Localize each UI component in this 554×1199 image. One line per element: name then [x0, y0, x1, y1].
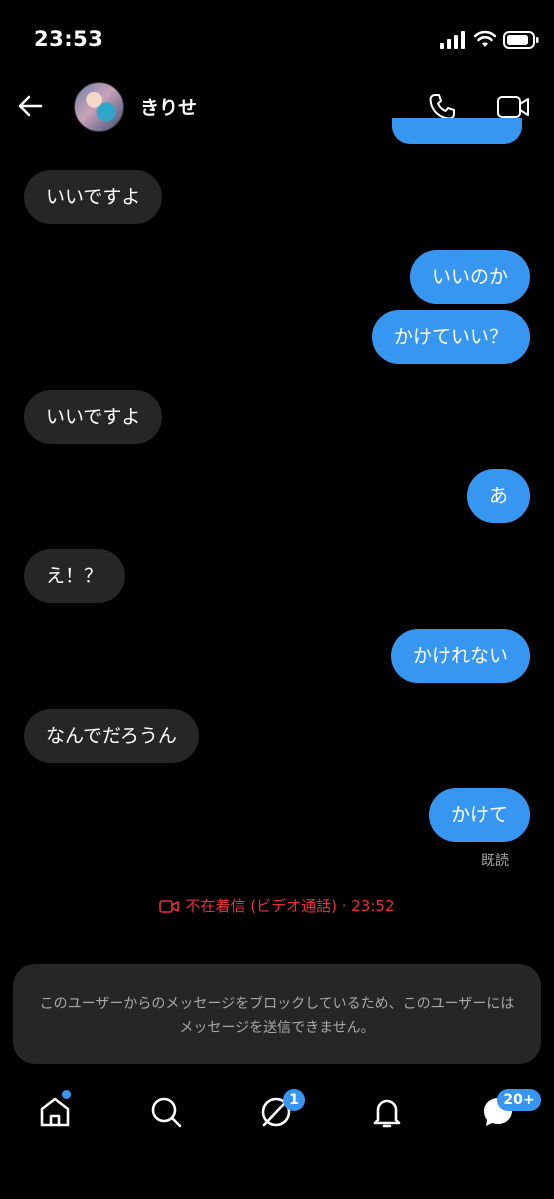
message-bubble-received[interactable]: いいですよ	[24, 390, 163, 444]
signal-icon	[440, 31, 465, 49]
home-icon[interactable]	[37, 1094, 73, 1130]
back-arrow-icon[interactable]	[16, 92, 44, 120]
explore-badge: 1	[283, 1089, 305, 1111]
battery-icon	[503, 31, 539, 49]
video-call-icon[interactable]	[496, 94, 530, 120]
search-icon[interactable]	[148, 1094, 184, 1130]
message-bubble-sent[interactable]: あ	[466, 469, 530, 523]
read-receipt: 既読	[481, 853, 509, 869]
message-bubble-sent[interactable]: かけれない	[390, 629, 530, 683]
notifications-bell-icon[interactable]	[369, 1094, 405, 1130]
wifi-icon	[474, 30, 496, 47]
message-bubble-sent[interactable]: いいのか	[409, 250, 530, 304]
block-notice: このユーザーからのメッセージをブロックしているため、このユーザーにはメッセージを…	[13, 964, 541, 1064]
message-bubble-partial	[392, 118, 522, 144]
home-notification-dot	[62, 1090, 71, 1099]
message-bubble-sent[interactable]: かけて	[428, 788, 530, 842]
message-bubble-received[interactable]: なんでだろうん	[24, 709, 199, 763]
status-time: 23:53	[34, 27, 104, 51]
messages-badge: 20+	[497, 1089, 541, 1111]
chat-screen: 23:53 きりせ いいですよ いいのか かけていい？ いいですよ あ え！？ …	[0, 0, 554, 1199]
message-bubble-received[interactable]: いいですよ	[24, 170, 163, 224]
missed-call-text: 不在着信 (ビデオ通話) · 23:52	[185, 897, 395, 915]
status-bar: 23:53	[0, 0, 554, 80]
video-camera-icon	[159, 900, 180, 913]
missed-call-notice[interactable]: 不在着信 (ビデオ通話) · 23:52	[0, 895, 554, 916]
message-bubble-sent[interactable]: かけていい？	[371, 310, 530, 364]
contact-avatar[interactable]	[74, 82, 124, 132]
message-bubble-received[interactable]: え！？	[24, 549, 126, 603]
contact-name[interactable]: きりせ	[140, 93, 197, 120]
